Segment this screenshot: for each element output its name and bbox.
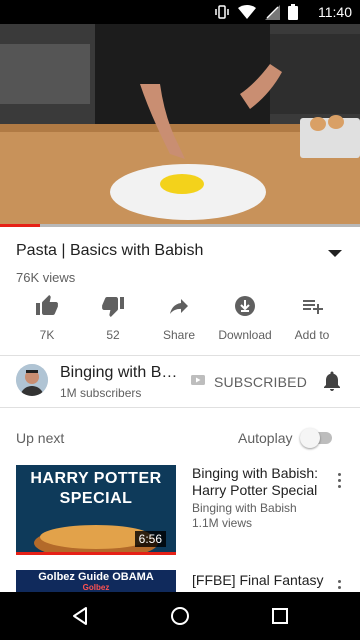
- vibrate-icon: [215, 5, 229, 19]
- action-row: 7K 52 Share Download Add to: [0, 294, 360, 348]
- download-button[interactable]: Download: [209, 294, 281, 342]
- share-button[interactable]: Share: [143, 294, 215, 342]
- video-frame: [0, 24, 360, 226]
- playback-progress-bar[interactable]: [0, 224, 360, 227]
- thumbs-up-icon: [36, 295, 58, 315]
- status-bar: 11:40: [0, 0, 360, 24]
- channel-avatar[interactable]: [16, 364, 48, 396]
- recents-icon[interactable]: [268, 604, 292, 628]
- like-count: 7K: [39, 328, 55, 342]
- download-label: Download: [218, 328, 272, 342]
- dislike-count: 52: [106, 328, 120, 342]
- dislike-button[interactable]: 52: [77, 294, 149, 342]
- up-next-label: Up next: [16, 430, 65, 446]
- toggle-knob: [300, 428, 320, 448]
- video-thumbnail[interactable]: Golbez Guide OBAMA Golbez: [16, 570, 176, 592]
- add-to-playlist-icon: [303, 300, 323, 314]
- thumbnail-title-text: HARRY POTTER SPECIAL: [30, 470, 162, 507]
- notification-bell-icon[interactable]: [322, 370, 342, 392]
- subscribed-button[interactable]: SUBSCRIBED: [214, 374, 307, 390]
- video-thumbnail[interactable]: HARRY POTTER SPECIAL 6:56: [16, 465, 176, 555]
- view-count: 76K views: [16, 270, 76, 285]
- divider: [0, 407, 360, 408]
- channel-name[interactable]: Binging with B…: [60, 364, 178, 382]
- share-label: Share: [162, 328, 196, 342]
- channel-name: Binging with Babish: [192, 501, 297, 515]
- more-options-icon[interactable]: [338, 473, 342, 491]
- thumbnail-subtext: Golbez: [82, 583, 110, 592]
- video-title[interactable]: Binging with Babish: Harry Potter Specia…: [192, 465, 328, 499]
- subscribed-icon: [191, 375, 205, 385]
- video-title[interactable]: [FFBE] Final Fantasy: [192, 572, 328, 589]
- watched-progress: [16, 552, 176, 555]
- add-to-button[interactable]: Add to: [276, 294, 348, 342]
- like-button[interactable]: 7K: [11, 294, 83, 342]
- thumbs-down-icon: [102, 297, 124, 317]
- channel-row[interactable]: Binging with B… 1M subscribers SUBSCRIBE…: [0, 356, 360, 408]
- subscriber-count: 1M subscribers: [60, 386, 142, 400]
- more-options-icon[interactable]: [338, 580, 342, 592]
- clock: 11:40: [318, 4, 352, 20]
- home-icon[interactable]: [168, 604, 192, 628]
- video-title: Pasta | Basics with Babish: [16, 242, 204, 259]
- wifi-icon: [238, 5, 256, 19]
- share-icon: [170, 299, 188, 314]
- status-icons: [214, 4, 298, 20]
- signal-icon: [265, 5, 280, 20]
- video-player[interactable]: [0, 24, 360, 226]
- back-icon[interactable]: [68, 604, 92, 628]
- battery-icon: [288, 4, 298, 20]
- download-icon: [235, 296, 255, 316]
- add-to-label: Add to: [294, 328, 330, 342]
- playback-progress-fill: [0, 224, 40, 227]
- expand-description-icon[interactable]: [328, 250, 342, 257]
- video-duration: 6:56: [134, 531, 166, 547]
- autoplay-label: Autoplay: [238, 430, 293, 446]
- system-nav-bar: [0, 592, 360, 640]
- view-count: 1.1M views: [192, 516, 253, 530]
- autoplay-toggle[interactable]: [300, 428, 334, 448]
- list-item[interactable]: Golbez Guide OBAMA Golbez [FFBE] Final F…: [0, 570, 360, 592]
- list-item[interactable]: HARRY POTTER SPECIAL 6:56 Binging with B…: [0, 465, 360, 557]
